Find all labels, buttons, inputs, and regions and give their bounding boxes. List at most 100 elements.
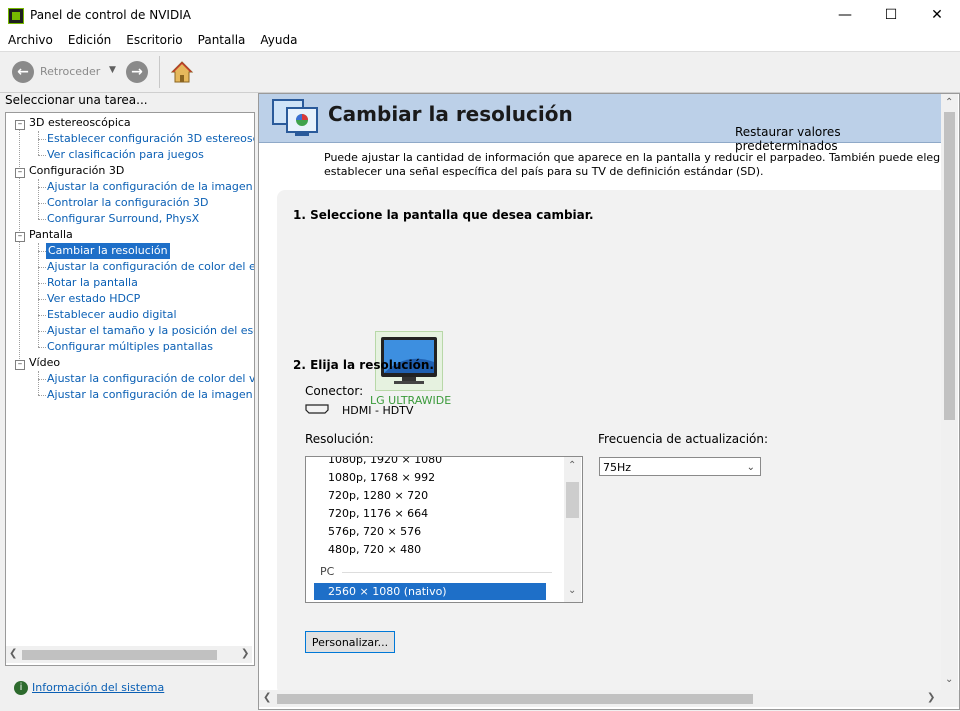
window-title: Panel de control de NVIDIA bbox=[30, 8, 191, 22]
task-set-stereo-3d[interactable]: Establecer configuración 3D estereoscópi… bbox=[47, 131, 254, 147]
tree-line bbox=[38, 131, 39, 155]
refresh-label: Frecuencia de actualización: bbox=[598, 432, 769, 446]
tree-line bbox=[19, 125, 20, 365]
restore-defaults-link[interactable]: Restaurar valores predeterminados bbox=[735, 125, 943, 153]
category-3d-settings[interactable]: Configuración 3D bbox=[29, 163, 124, 179]
page-description: Puede ajustar la cantidad de información… bbox=[324, 151, 944, 179]
content-box: 1. Seleccione la pantalla que desea camb… bbox=[277, 190, 947, 695]
task-video-color[interactable]: Ajustar la configuración de color del ví… bbox=[47, 371, 254, 387]
task-video-image[interactable]: Ajustar la configuración de la imagen de… bbox=[47, 387, 254, 403]
tree-line bbox=[38, 187, 46, 188]
tree-line bbox=[38, 283, 46, 284]
resolution-list[interactable]: 1080p, 1920 × 1080 1080p, 1768 × 992 720… bbox=[305, 456, 583, 603]
resolution-option[interactable]: 1080p, 1920 × 1080 bbox=[328, 457, 442, 468]
minimize-button[interactable]: — bbox=[822, 0, 868, 30]
resolution-option[interactable]: 720p, 1176 × 664 bbox=[328, 505, 428, 522]
forward-icon[interactable]: → bbox=[126, 61, 148, 83]
tree-line bbox=[38, 371, 39, 395]
collapse-icon[interactable]: – bbox=[15, 168, 25, 178]
task-panel-header: Seleccionar una tarea... bbox=[5, 93, 148, 107]
refresh-rate-select[interactable]: 75Hz ⌄ bbox=[599, 457, 761, 476]
task-surround-physx[interactable]: Configurar Surround, PhysX bbox=[47, 211, 199, 227]
menu-bar: Archivo Edición Escritorio Pantalla Ayud… bbox=[0, 30, 960, 52]
task-change-resolution[interactable]: Cambiar la resolución bbox=[46, 243, 170, 259]
task-manage-3d[interactable]: Controlar la configuración 3D bbox=[47, 195, 208, 211]
category-video[interactable]: Vídeo bbox=[29, 355, 60, 371]
customize-button[interactable]: Personalizar... bbox=[305, 631, 395, 653]
tree-line bbox=[38, 395, 46, 396]
tree-line bbox=[38, 347, 46, 348]
tree-line bbox=[38, 251, 46, 252]
menu-ayuda[interactable]: Ayuda bbox=[252, 30, 304, 51]
scroll-thumb[interactable] bbox=[566, 482, 579, 518]
collapse-icon[interactable]: – bbox=[15, 232, 25, 242]
task-view-game-ratings[interactable]: Ver clasificación para juegos bbox=[47, 147, 204, 163]
tree-line bbox=[38, 331, 46, 332]
task-adjust-desktop-color[interactable]: Ajustar la configuración de color del es… bbox=[47, 259, 254, 275]
description-line-2: establecer una señal específica del país… bbox=[324, 165, 764, 178]
menu-edicion[interactable]: Edición bbox=[60, 30, 118, 51]
connector-label: Conector: bbox=[305, 384, 364, 398]
task-view-hdcp[interactable]: Ver estado HDCP bbox=[47, 291, 140, 307]
back-label[interactable]: Retroceder bbox=[40, 65, 100, 78]
tree-line bbox=[38, 379, 46, 380]
menu-pantalla[interactable]: Pantalla bbox=[190, 30, 253, 51]
scroll-up-icon[interactable]: ⌃ bbox=[945, 97, 953, 108]
scroll-up-icon[interactable]: ⌃ bbox=[568, 460, 576, 471]
tree-line bbox=[38, 179, 39, 219]
description-line-1: Puede ajustar la cantidad de información… bbox=[324, 151, 944, 164]
menu-archivo[interactable]: Archivo bbox=[0, 30, 60, 51]
back-icon[interactable]: ← bbox=[12, 61, 34, 83]
menu-escritorio[interactable]: Escritorio bbox=[118, 30, 189, 51]
resolution-list-scrollbar[interactable]: ⌃ ⌄ bbox=[564, 457, 581, 602]
main-panel: Cambiar la resolución Restaurar valores … bbox=[258, 93, 960, 710]
maximize-button[interactable]: ☐ bbox=[868, 0, 914, 30]
nvidia-icon bbox=[8, 8, 24, 24]
resolution-option[interactable]: 576p, 720 × 576 bbox=[328, 523, 421, 540]
toolbar-divider bbox=[159, 56, 160, 88]
tree-line bbox=[38, 139, 46, 140]
scroll-thumb[interactable] bbox=[944, 112, 955, 420]
resolution-option[interactable]: 1080p, 1768 × 992 bbox=[328, 469, 435, 486]
scroll-thumb[interactable] bbox=[277, 694, 753, 704]
system-info-link[interactable]: Información del sistema bbox=[32, 681, 164, 694]
task-multiple-displays[interactable]: Configurar múltiples pantallas bbox=[47, 339, 213, 355]
scroll-right-icon[interactable]: ❯ bbox=[927, 692, 935, 703]
scroll-down-icon[interactable]: ⌄ bbox=[568, 585, 576, 596]
task-digital-audio[interactable]: Establecer audio digital bbox=[47, 307, 177, 323]
tree-line bbox=[38, 299, 46, 300]
scroll-left-icon[interactable]: ❮ bbox=[263, 692, 271, 703]
home-icon[interactable] bbox=[170, 60, 194, 84]
close-button[interactable]: ✕ bbox=[914, 0, 960, 30]
resolution-group-pc: PC bbox=[320, 565, 335, 578]
task-rotate-display[interactable]: Rotar la pantalla bbox=[47, 275, 138, 291]
back-dropdown-icon[interactable]: ▼ bbox=[109, 65, 116, 75]
title-bar: Panel de control de NVIDIA — ☐ ✕ bbox=[0, 0, 960, 31]
step-1-heading: 1. Seleccione la pantalla que desea camb… bbox=[293, 208, 594, 222]
scroll-down-icon[interactable]: ⌄ bbox=[945, 674, 953, 685]
tree-line bbox=[38, 267, 46, 268]
page-banner: Cambiar la resolución Restaurar valores … bbox=[259, 94, 943, 153]
tree-line bbox=[38, 203, 46, 204]
group-divider bbox=[342, 572, 552, 573]
chevron-down-icon: ⌄ bbox=[746, 462, 755, 473]
category-display[interactable]: Pantalla bbox=[29, 227, 73, 243]
main-horizontal-scrollbar[interactable]: ❮ ❯ bbox=[259, 690, 959, 707]
tree-line bbox=[38, 219, 46, 220]
scroll-thumb[interactable] bbox=[22, 650, 217, 660]
resolution-option[interactable]: 720p, 1280 × 720 bbox=[328, 487, 428, 504]
main-vertical-scrollbar[interactable]: ⌃ ⌄ bbox=[941, 94, 958, 690]
resolution-label: Resolución: bbox=[305, 432, 374, 446]
task-adjust-image-settings[interactable]: Ajustar la configuración de la imagen co… bbox=[47, 179, 254, 195]
resolution-option[interactable]: 480p, 720 × 480 bbox=[328, 541, 421, 558]
step-2-heading: 2. Elija la resolución. bbox=[293, 358, 434, 372]
scroll-right-icon[interactable]: ❯ bbox=[241, 648, 249, 659]
collapse-icon[interactable]: – bbox=[15, 360, 25, 370]
resolution-option-selected[interactable]: 2560 × 1080 (nativo) bbox=[314, 583, 546, 600]
collapse-icon[interactable]: – bbox=[15, 120, 25, 130]
scroll-left-icon[interactable]: ❮ bbox=[9, 648, 17, 659]
category-3d-stereo[interactable]: 3D estereoscópica bbox=[29, 115, 131, 131]
left-horizontal-scrollbar[interactable]: ❮ ❯ bbox=[6, 646, 252, 663]
task-desktop-size-position[interactable]: Ajustar el tamaño y la posición del escr… bbox=[47, 323, 254, 339]
page-title: Cambiar la resolución bbox=[328, 102, 573, 126]
